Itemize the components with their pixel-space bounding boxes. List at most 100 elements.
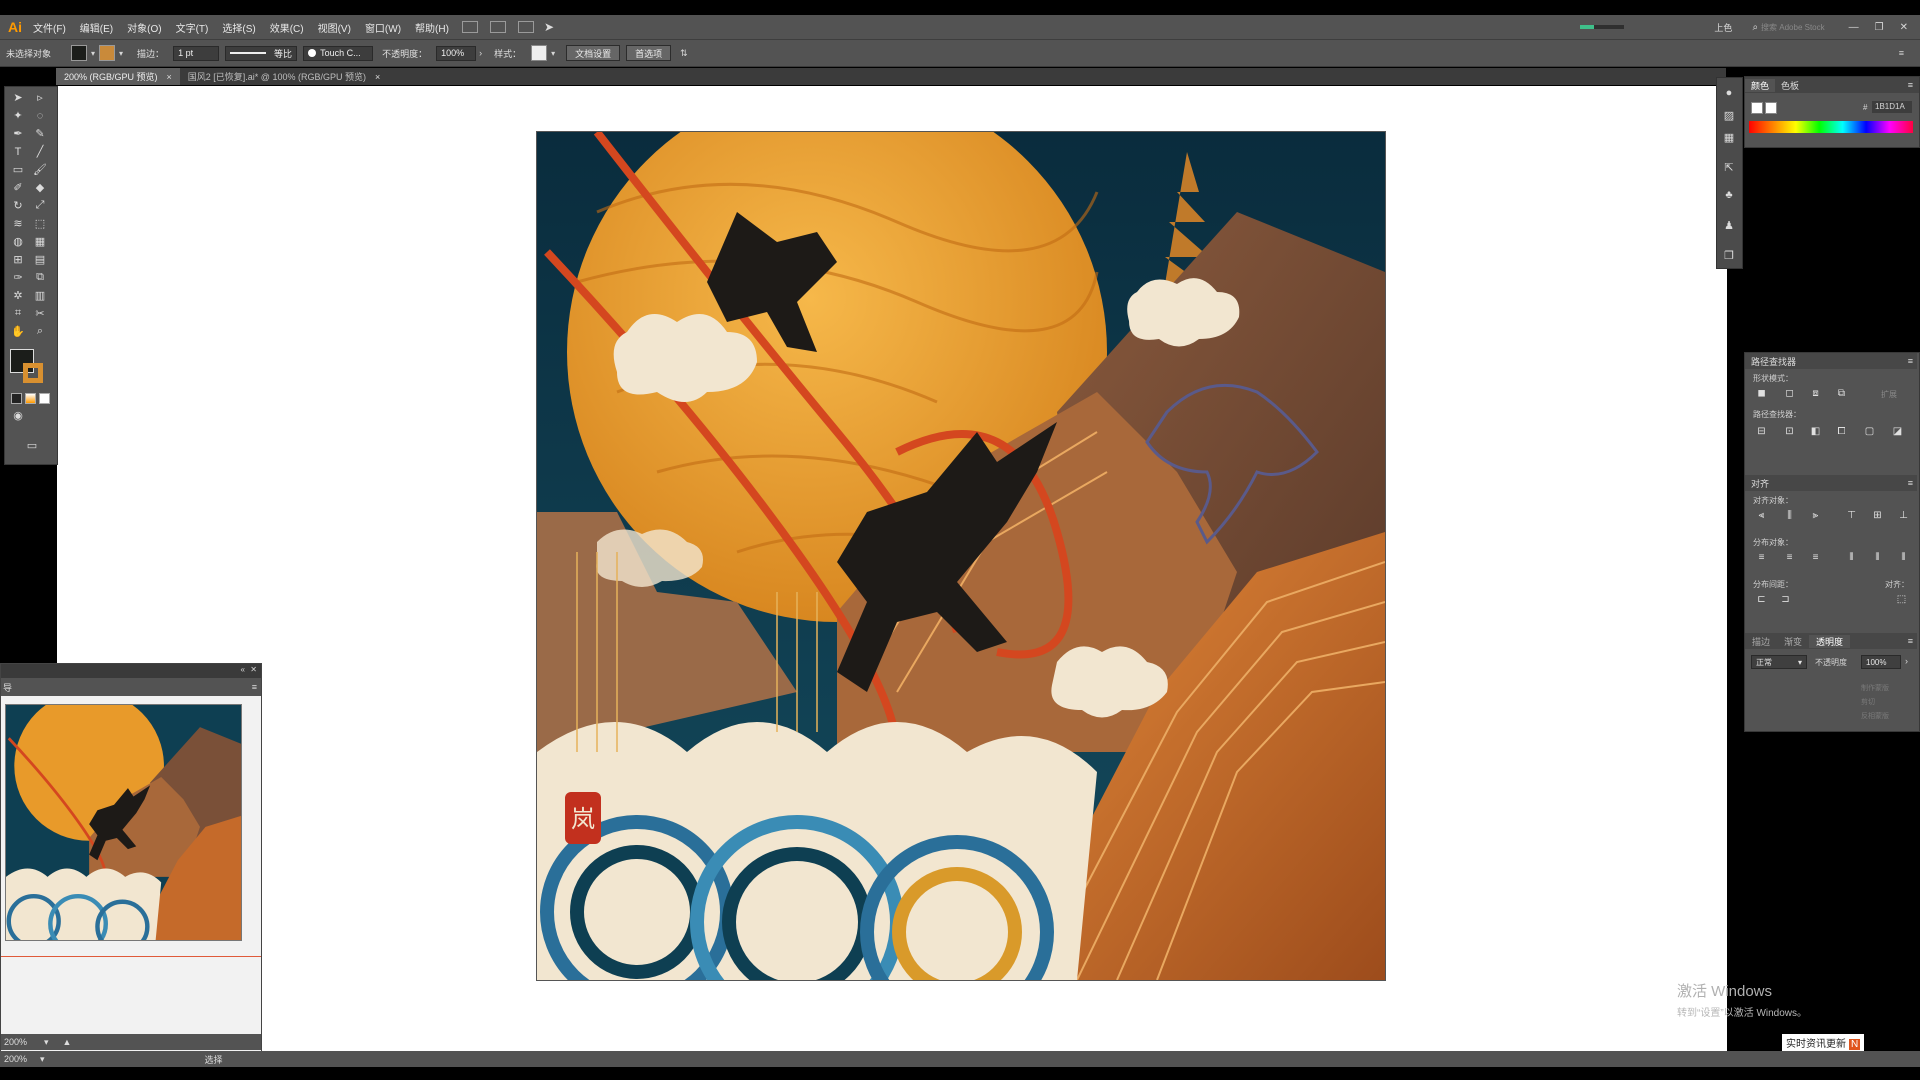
close-icon[interactable]: ✕ (1900, 22, 1908, 33)
distribute-top-icon[interactable]: ≡ (1755, 551, 1768, 563)
expand-button[interactable]: 扩展 (1881, 389, 1897, 400)
crop-icon[interactable]: ⧠ (1835, 425, 1848, 437)
pathfinder-header[interactable]: 路径查找器 ≡ (1745, 353, 1917, 369)
stroke-weight-field[interactable]: 1 pt (173, 45, 220, 61)
eraser-icon[interactable]: ◆ (33, 181, 47, 194)
color-panel-icon[interactable]: ● (1722, 86, 1736, 100)
swatches-icon[interactable]: ▦ (1722, 130, 1736, 144)
menu-file[interactable]: 文件(F) (26, 20, 73, 35)
panel-menu-icon[interactable]: ≡ (1908, 636, 1913, 646)
unite-icon[interactable]: ◼ (1755, 387, 1768, 399)
line-tool-icon[interactable]: ╱ (33, 145, 47, 158)
arrange-documents-icon[interactable] (489, 21, 506, 33)
screen-mode-icon[interactable]: ▭ (25, 439, 39, 452)
pen-tool-icon[interactable]: ✒ (11, 127, 25, 140)
menu-window[interactable]: 窗口(W) (358, 20, 408, 35)
graphic-style-swatch[interactable] (531, 45, 548, 61)
gradient-mode-icon[interactable] (25, 393, 36, 404)
tab-document-1[interactable]: 200% (RGB/GPU 预览) × (56, 68, 180, 85)
perspective-grid-icon[interactable]: ▦ (33, 235, 47, 248)
shaper-tool-icon[interactable]: ✐ (11, 181, 25, 194)
mesh-tool-icon[interactable]: ⊞ (11, 253, 25, 266)
symbols-icon[interactable]: ♣ (1722, 188, 1736, 202)
chevron-down-icon[interactable]: ▾ (91, 49, 95, 58)
hand-tool-icon[interactable]: ✋ (11, 325, 25, 338)
exclude-icon[interactable]: ⧉ (1835, 387, 1848, 399)
clip-checkbox[interactable]: 剪切 (1861, 697, 1875, 707)
align-vcenter-icon[interactable]: ⊞ (1871, 509, 1884, 521)
color-mode-icon[interactable] (11, 393, 22, 404)
merge-icon[interactable]: ◧ (1809, 425, 1822, 437)
scale-tool-icon[interactable]: ⤢ (33, 199, 47, 212)
tab-swatches[interactable]: 色板 (1775, 79, 1805, 92)
stock-search-input[interactable]: 搜索 Adobe Stock (1761, 22, 1825, 33)
panel-menu-icon[interactable]: ≡ (252, 682, 257, 692)
fill-swatch[interactable] (71, 45, 88, 61)
stroke-swatch[interactable] (99, 45, 116, 61)
make-mask-button[interactable]: 制作蒙版 (1861, 683, 1889, 693)
distribute-left-icon[interactable]: ⦀ (1845, 551, 1858, 563)
panel-menu-icon[interactable]: ≡ (1899, 48, 1904, 58)
slice-tool-icon[interactable]: ✂ (33, 307, 47, 320)
tab-color[interactable]: 颜色 (1745, 78, 1776, 92)
menu-select[interactable]: 选择(S) (215, 20, 262, 35)
send-icon[interactable]: ➤ (544, 20, 554, 34)
navigator-zoom-field[interactable]: 200% (4, 1037, 44, 1047)
bridge-icon[interactable] (461, 21, 478, 33)
none-mode-icon[interactable] (39, 393, 50, 404)
chevron-down-icon[interactable]: ▾ (119, 49, 123, 58)
restore-icon[interactable]: ❐ (1875, 22, 1884, 33)
paintbrush-icon[interactable]: 🖌 (33, 163, 47, 176)
tab-gradient[interactable]: 渐变 (1777, 635, 1809, 648)
eyedropper-icon[interactable]: ✑ (11, 271, 25, 284)
minus-front-icon[interactable]: ◻ (1783, 387, 1796, 399)
tab-document-2[interactable]: 国风2 [已恢复].ai* @ 100% (RGB/GPU 预览) × (180, 68, 388, 85)
chevron-down-icon[interactable]: ▾ (551, 49, 555, 58)
tab-stroke[interactable]: 描边 (1745, 635, 1777, 648)
invert-mask-checkbox[interactable]: 反相蒙版 (1861, 711, 1889, 721)
news-notification[interactable]: 实时资讯更新 N (1782, 1034, 1865, 1051)
intersect-icon[interactable]: ⧈ (1809, 387, 1822, 399)
width-tool-icon[interactable]: ≋ (11, 217, 25, 230)
brushes-icon[interactable]: ⇱ (1722, 160, 1736, 174)
rectangle-tool-icon[interactable]: ▭ (11, 163, 25, 176)
minimize-icon[interactable]: — (1849, 22, 1859, 33)
selection-tool-icon[interactable]: ➤ (11, 91, 25, 104)
distribute-right-icon[interactable]: ⦀ (1897, 551, 1910, 563)
chevron-down-icon[interactable]: ▾ (44, 1037, 49, 1048)
opacity-field[interactable]: 100% (436, 45, 477, 61)
artboard-illustration[interactable]: 岚 (536, 131, 1386, 981)
color-guide-icon[interactable]: ▨ (1722, 108, 1736, 122)
fill-stroke-mini[interactable] (1751, 102, 1763, 114)
menu-view[interactable]: 视图(V) (311, 20, 358, 35)
align-top-icon[interactable]: ⊤ (1845, 509, 1858, 521)
panel-menu-icon[interactable]: ≡ (1908, 356, 1913, 366)
artboard-tool-icon[interactable]: ⌗ (11, 307, 25, 320)
distribute-bottom-icon[interactable]: ≡ (1809, 551, 1822, 563)
transparency-opacity-field[interactable]: 100% (1861, 655, 1901, 669)
direct-selection-tool-icon[interactable]: ▹ (33, 91, 47, 104)
shape-builder-icon[interactable]: ◍ (11, 235, 25, 248)
type-tool-icon[interactable]: T (11, 145, 25, 158)
chevron-right-icon[interactable]: › (1905, 656, 1908, 666)
stroke-profile-dropdown[interactable]: 等比 (225, 45, 298, 61)
workspace-switcher[interactable]: 上色 (1714, 21, 1732, 34)
status-zoom-field[interactable]: 200% (4, 1054, 40, 1064)
vertical-spacing-icon[interactable]: ⊏ (1755, 593, 1768, 605)
minus-back-icon[interactable]: ◪ (1891, 425, 1904, 437)
blend-mode-dropdown[interactable]: 正常 ▾ (1751, 655, 1807, 669)
close-icon[interactable]: × (167, 72, 172, 82)
stroke-mini[interactable] (1765, 102, 1777, 114)
curvature-tool-icon[interactable]: ✎ (33, 127, 47, 140)
navigator-tab[interactable]: 导 ≡ (1, 678, 261, 696)
tab-transparency[interactable]: 透明度 (1809, 634, 1851, 648)
align-right-icon[interactable]: ⫸ (1809, 509, 1822, 521)
arrange-icon[interactable]: ⇅ (680, 48, 688, 59)
hex-value-field[interactable]: 1B1D1A (1872, 101, 1912, 113)
menu-effect[interactable]: 效果(C) (263, 20, 311, 35)
menu-edit[interactable]: 编辑(E) (73, 20, 120, 35)
distribute-vcenter-icon[interactable]: ≡ (1783, 551, 1796, 563)
zoom-tool-icon[interactable]: ⌕ (33, 325, 47, 338)
divide-icon[interactable]: ⊟ (1755, 425, 1768, 437)
graphic-styles-icon[interactable]: ♟ (1722, 218, 1736, 232)
